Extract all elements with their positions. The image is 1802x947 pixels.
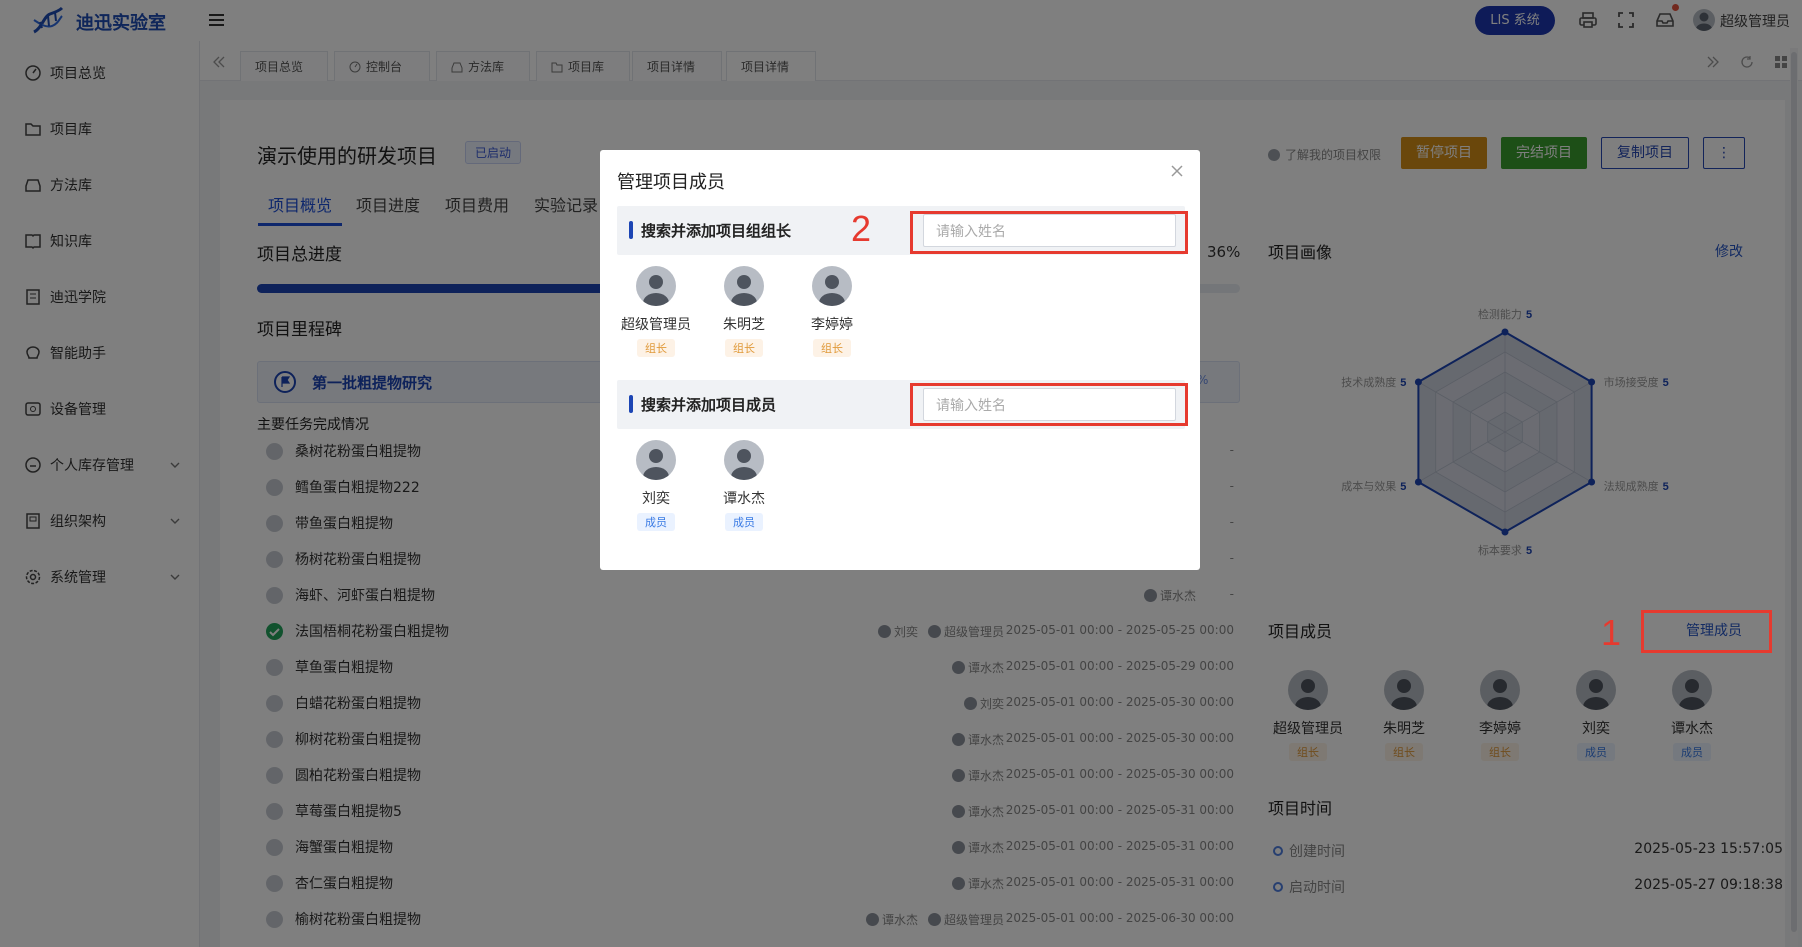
close-icon[interactable] (1169, 163, 1185, 179)
member-section-title: 搜索并添加项目成员 (641, 396, 777, 414)
role-badge: 组长 (725, 339, 763, 357)
highlight-box-member-input (910, 383, 1188, 426)
role-badge: 成员 (637, 513, 675, 531)
dialog-member-card[interactable]: 超级管理员 组长 (613, 266, 699, 357)
avatar (724, 266, 764, 306)
role-badge: 组长 (813, 339, 851, 357)
member-name: 刘奕 (642, 491, 670, 507)
avatar (636, 440, 676, 480)
highlight-box-leader-input (910, 211, 1188, 254)
dialog-member-card[interactable]: 谭水杰 成员 (701, 440, 787, 531)
leader-section-title: 搜索并添加项目组组长 (641, 222, 792, 240)
role-badge: 组长 (637, 339, 675, 357)
section-accent (629, 221, 633, 239)
dialog-member-card[interactable]: 刘奕 成员 (613, 440, 699, 531)
member-name: 谭水杰 (723, 491, 765, 507)
step-2-label: 2 (851, 208, 872, 249)
section-accent (629, 395, 633, 413)
dialog-member-card[interactable]: 朱明芝 组长 (701, 266, 787, 357)
step-1-label: 1 (1601, 612, 1622, 653)
member-name: 超级管理员 (621, 317, 691, 333)
dialog-member-card[interactable]: 李婷婷 组长 (789, 266, 875, 357)
highlight-box-manage (1641, 610, 1772, 653)
avatar (636, 266, 676, 306)
member-name: 李婷婷 (811, 317, 853, 333)
dialog-title: 管理项目成员 (617, 172, 725, 193)
avatar (812, 266, 852, 306)
member-name: 朱明芝 (723, 317, 765, 333)
avatar (724, 440, 764, 480)
role-badge: 成员 (725, 513, 763, 531)
